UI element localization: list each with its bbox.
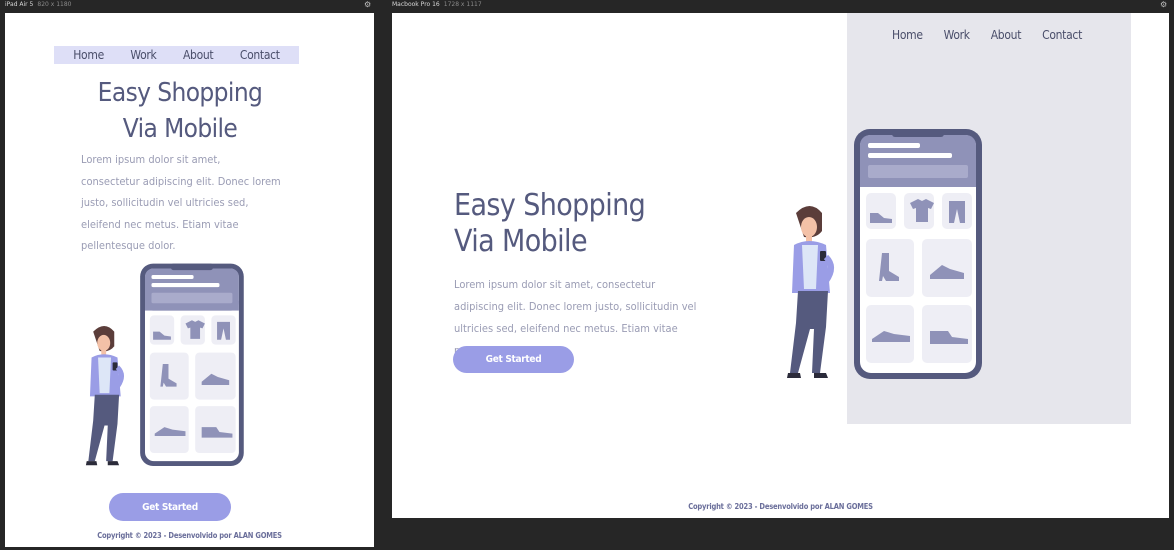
nav-contact-link[interactable]: Contact [1042, 28, 1082, 42]
nav-home-link[interactable]: Home [73, 48, 104, 62]
woman-illustration [85, 325, 124, 466]
device-dimensions: 1728 x 1117 [443, 1, 482, 8]
hero-title-line2: Via Mobile [454, 224, 588, 259]
nav-work-link[interactable]: Work [944, 28, 970, 42]
device-name: Macbook Pro 16 [392, 1, 440, 8]
nav-about-link[interactable]: About [183, 48, 214, 62]
nav-about-link[interactable]: About [991, 28, 1022, 42]
shopping-app-illustration [787, 129, 982, 379]
device-label-ipad: iPad Air 5 820 x 1180 [5, 1, 71, 8]
gear-icon[interactable]: ⚙ [364, 0, 371, 9]
nav-bar: Home Work About Contact [54, 46, 299, 64]
copyright-footer: Copyright © 2023 - Desenvolvido por ALAN… [97, 531, 282, 540]
hero-title-line2: Via Mobile [122, 114, 238, 144]
hero-title-line1: Easy Shopping [454, 188, 646, 223]
hero-description: Lorem ipsum dolor sit amet, consectetur … [81, 153, 281, 252]
shopping-app-illustration [85, 263, 244, 466]
hero-title: Easy Shopping Via Mobile [65, 75, 295, 147]
woman-illustration [787, 206, 834, 378]
get-started-button[interactable]: Get Started [109, 493, 231, 521]
gear-icon[interactable]: ⚙ [1160, 0, 1167, 9]
nav-work-link[interactable]: Work [130, 48, 156, 62]
nav-contact-link[interactable]: Contact [240, 48, 280, 62]
nav-bar: Home Work About Contact [892, 26, 1082, 44]
device-name: iPad Air 5 [5, 1, 34, 8]
macbook-viewport: Home Work About Contact Easy Shopping Vi… [392, 13, 1169, 518]
hero-title: Easy Shopping Via Mobile [454, 188, 704, 260]
get-started-button[interactable]: Get Started [453, 346, 574, 373]
ipad-viewport: Home Work About Contact Easy Shopping Vi… [5, 13, 374, 547]
device-dimensions: 820 x 1180 [37, 1, 72, 8]
device-label-macbook: Macbook Pro 16 1728 x 1117 [392, 1, 482, 8]
hero-title-line1: Easy Shopping [97, 78, 263, 108]
phone-illustration [140, 263, 244, 466]
copyright-footer: Copyright © 2023 - Desenvolvido por ALAN… [688, 502, 873, 511]
phone-illustration [854, 129, 982, 379]
nav-home-link[interactable]: Home [892, 28, 923, 42]
